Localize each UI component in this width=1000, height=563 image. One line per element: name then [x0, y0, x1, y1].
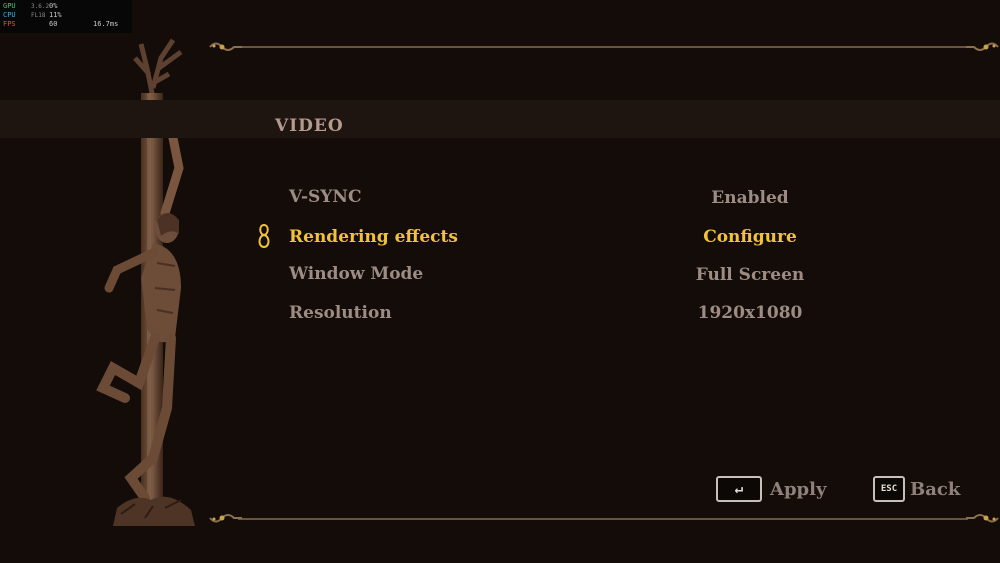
option-resolution-label[interactable]: Resolution: [289, 303, 392, 323]
option-rendering-effects-label[interactable]: Rendering effects: [289, 227, 458, 247]
cpu-row: CPU FL18 11%: [3, 11, 132, 20]
option-rendering-effects-value[interactable]: Configure: [650, 227, 850, 247]
fps-value: 60: [49, 20, 58, 28]
option-vsync-value[interactable]: Enabled: [650, 188, 850, 208]
esc-key-icon: ESC: [873, 476, 905, 502]
back-hint[interactable]: ESC Back: [873, 476, 963, 502]
frame-ornament-top-right: [966, 42, 999, 51]
apply-label: Apply: [770, 479, 827, 500]
section-header-band: [0, 100, 1000, 138]
enter-key-icon: ↵: [716, 476, 762, 502]
fps-label: FPS: [3, 20, 16, 28]
frametime-value: 16.7ms: [93, 20, 119, 28]
section-title: VIDEO: [275, 116, 344, 136]
apply-hint[interactable]: ↵ Apply: [716, 476, 826, 502]
frame-ornament-bottom-left: [209, 514, 242, 523]
gpu-usage: 0%: [49, 2, 58, 10]
option-window-mode-label[interactable]: Window Mode: [289, 264, 423, 284]
frame-ornament-bottom-right: [966, 514, 999, 523]
frame-top-line: [238, 46, 968, 48]
frame-bottom-line: [238, 518, 968, 520]
gpu-label: GPU: [3, 2, 16, 10]
cpu-usage: 11%: [49, 11, 62, 19]
selection-cursor-icon: [258, 223, 270, 249]
back-label: Back: [910, 479, 961, 500]
performance-overlay: GPU 3.6.2 0% CPU FL18 11% FPS 60 16.7ms: [0, 0, 132, 33]
fps-row: FPS 60 16.7ms: [3, 20, 132, 29]
option-window-mode-value[interactable]: Full Screen: [650, 265, 850, 285]
cpu-label: CPU: [3, 11, 16, 19]
cpu-version: FL18: [31, 12, 46, 19]
option-vsync-label[interactable]: V-SYNC: [289, 187, 362, 207]
gpu-version: 3.6.2: [31, 3, 50, 10]
option-resolution-value[interactable]: 1920x1080: [650, 303, 850, 323]
frame-ornament-top-left: [209, 42, 242, 51]
gpu-row: GPU 3.6.2 0%: [3, 2, 132, 11]
